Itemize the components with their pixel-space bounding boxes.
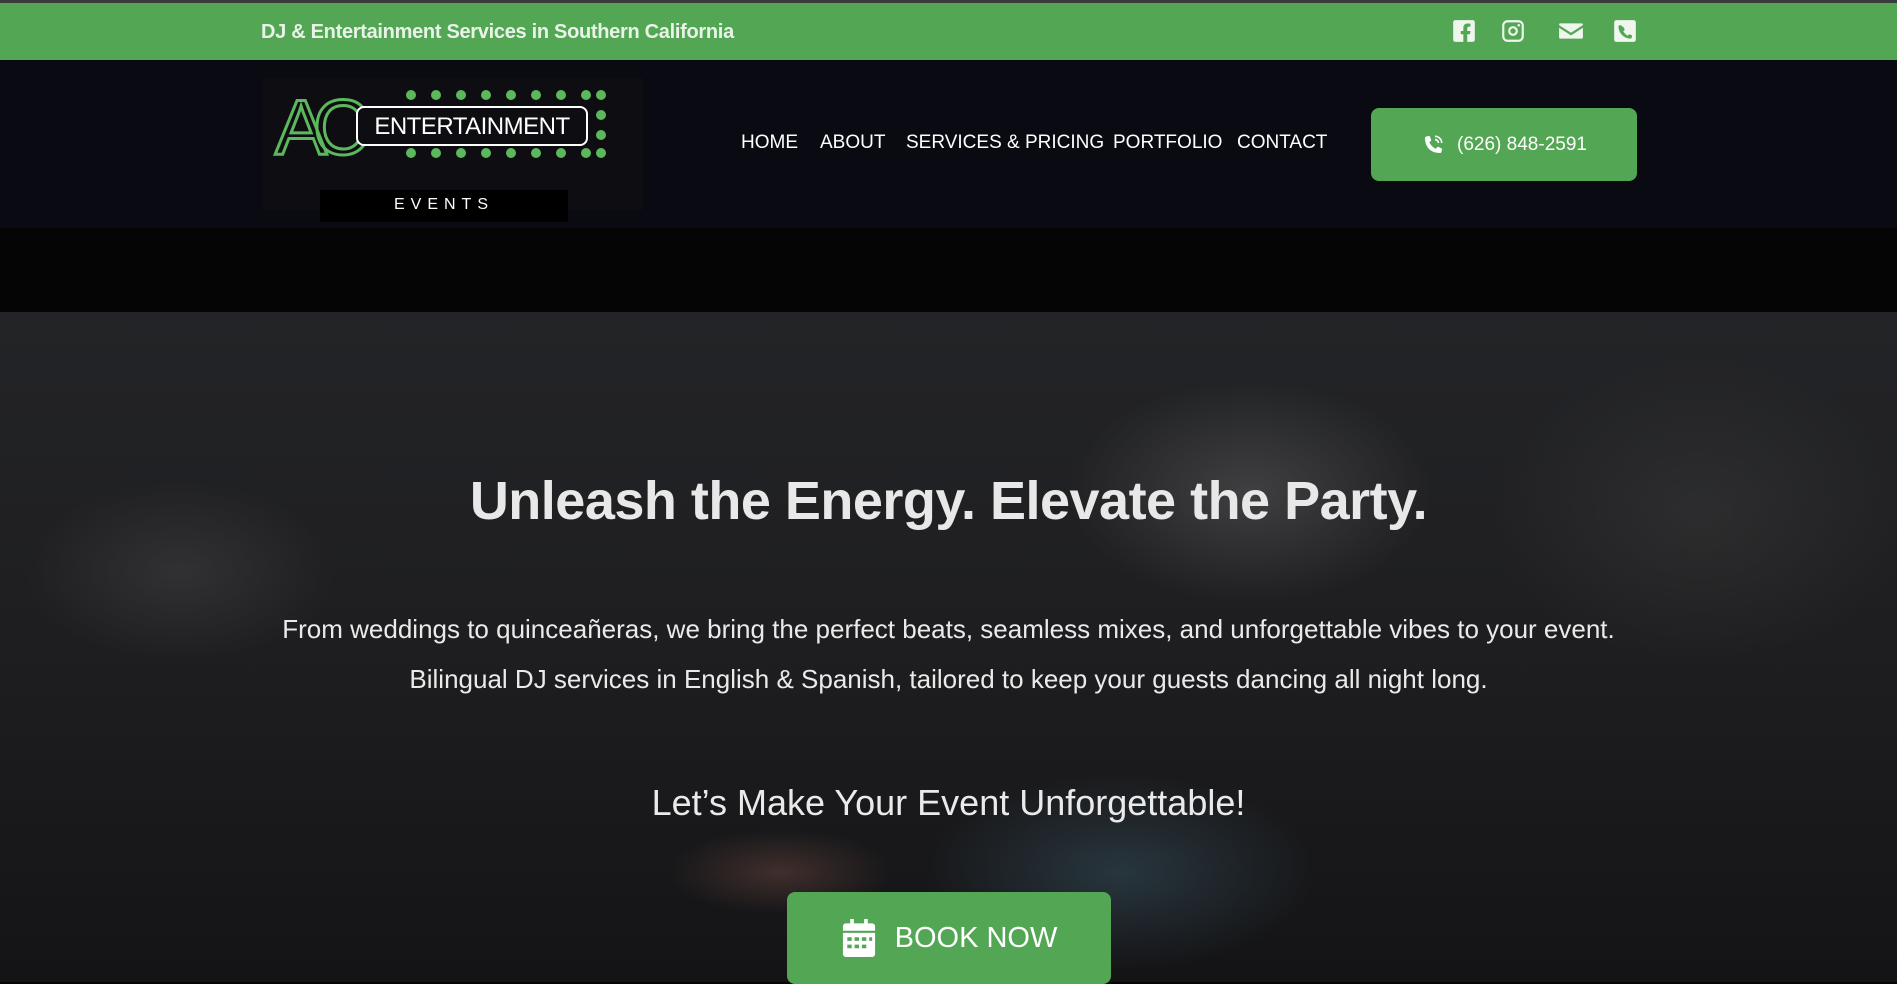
logo-letters: AC <box>273 82 370 173</box>
nav-home[interactable]: HOME <box>741 132 798 154</box>
site-header: AC ENTERTAINMENT EVENTS HOME ABOUT SERVI… <box>0 60 1897 228</box>
nav-contact[interactable]: CONTACT <box>1237 132 1327 154</box>
logo-wordmark-box: ENTERTAINMENT <box>356 106 588 146</box>
logo-events: EVENTS <box>393 196 494 213</box>
phone-ringing-icon <box>1425 135 1443 153</box>
nav-services-pricing[interactable]: SERVICES & PRICING <box>906 132 1104 154</box>
hero-description: From weddings to quinceañeras, we bring … <box>282 614 1615 694</box>
nav-about[interactable]: ABOUT <box>820 132 885 154</box>
instagram-icon[interactable] <box>1499 17 1527 45</box>
nav-portfolio[interactable]: PORTFOLIO <box>1113 132 1222 154</box>
hero-title: Unleash the Energy. Elevate the Party. <box>469 471 1428 531</box>
calendar-icon <box>842 919 875 957</box>
logo-wordmark: ENTERTAINMENT <box>374 113 570 140</box>
facebook-icon[interactable] <box>1450 17 1478 45</box>
email-icon[interactable] <box>1555 17 1587 45</box>
book-now-button[interactable]: BOOK NOW <box>787 892 1111 984</box>
hero-subtitle: Let’s Make Your Event Unforgettable! <box>651 782 1246 823</box>
call-button-label: (626) 848-2591 <box>1457 133 1587 155</box>
phone-square-icon[interactable] <box>1611 17 1639 45</box>
call-button[interactable]: (626) 848-2591 <box>1371 108 1637 181</box>
logo-events-bar: EVENTS <box>320 190 568 222</box>
top-bar: DJ & Entertainment Services in Southern … <box>0 3 1897 60</box>
logo[interactable]: AC ENTERTAINMENT EVENTS <box>263 78 643 222</box>
tagline: DJ & Entertainment Services in Southern … <box>261 21 734 43</box>
book-now-label: BOOK NOW <box>894 921 1058 954</box>
